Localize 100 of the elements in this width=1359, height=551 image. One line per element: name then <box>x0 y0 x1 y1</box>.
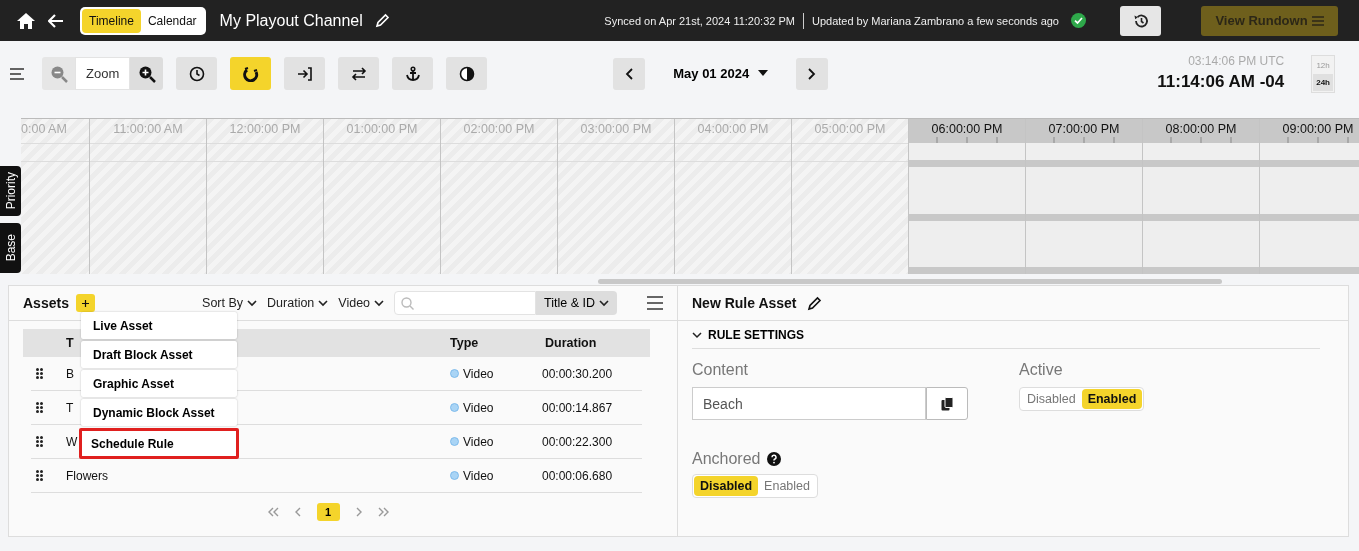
history-icon <box>1132 12 1149 29</box>
hour-label: 03:00:00 PM <box>580 122 652 136</box>
status-dot-icon <box>450 403 459 412</box>
magnet-icon <box>242 65 259 82</box>
section-toggle[interactable]: RULE SETTINGS <box>692 321 1320 349</box>
switch-option[interactable]: Enabled <box>1081 389 1143 409</box>
local-time: 11:14:06 AM -04 <box>1157 71 1285 92</box>
contrast-button[interactable] <box>446 57 488 90</box>
list-icon <box>1311 15 1324 26</box>
asset-type: Video <box>463 468 494 483</box>
asset-duration: 00:00:14.867 <box>542 400 614 415</box>
panel-title: New Rule Asset <box>692 295 797 311</box>
copy-button[interactable] <box>926 387 968 420</box>
swap-arrows-icon <box>350 65 367 82</box>
column-header[interactable]: T <box>66 336 74 350</box>
hour-label: 06:00:00 PM <box>931 122 1003 136</box>
update-status: Updated by Mariana Zambrano a few seconds ago <box>811 14 1059 27</box>
history-button[interactable] <box>1120 5 1161 36</box>
status-dot-icon <box>450 369 459 378</box>
zoom-in-button[interactable] <box>130 57 164 90</box>
content-field[interactable]: Beach <box>692 387 926 420</box>
track-tab[interactable]: Priority <box>0 166 21 216</box>
switch-option[interactable]: Enabled <box>758 476 816 496</box>
anchor-button[interactable] <box>392 57 434 90</box>
clock-button[interactable] <box>176 57 218 90</box>
view-tab[interactable]: Calendar <box>140 8 204 33</box>
asset-title: B <box>66 366 74 381</box>
menu-item[interactable]: Schedule Rule <box>79 428 239 459</box>
enter-button[interactable] <box>284 57 326 90</box>
menu-item[interactable]: Dynamic Block Asset <box>81 399 237 426</box>
filter-dropdown[interactable]: Duration <box>267 296 329 310</box>
anchor-icon <box>404 65 421 82</box>
home-icon[interactable] <box>16 11 36 30</box>
channel-title: My Playout Channel <box>219 11 363 30</box>
help-icon[interactable] <box>766 452 781 466</box>
next-page-button[interactable] <box>355 507 362 517</box>
search-scope-dropdown[interactable]: Title & ID <box>536 291 617 315</box>
drag-handle-icon[interactable] <box>36 402 43 413</box>
date-picker[interactable]: May 01 2024 <box>663 66 779 81</box>
search-field[interactable] <box>394 291 537 315</box>
asset-title: T <box>66 400 74 415</box>
chevron-down-icon <box>374 299 385 307</box>
zoom-out-button[interactable] <box>42 57 75 90</box>
drag-handle-icon[interactable] <box>36 368 43 379</box>
caret-icon <box>758 70 769 77</box>
hour-label: 11:00:00 AM <box>113 122 183 136</box>
search-icon <box>401 296 415 310</box>
first-page-button[interactable] <box>267 507 279 517</box>
column-header[interactable]: Duration <box>535 336 650 350</box>
field-label: Anchored <box>692 450 761 468</box>
view-tab[interactable]: Timeline <box>82 8 141 33</box>
column-header[interactable]: Type <box>450 336 535 350</box>
previous-page-button[interactable] <box>294 507 301 517</box>
hour-label: 09:00:00 PM <box>1282 122 1354 136</box>
plus-icon <box>81 299 89 307</box>
double-chevron-left-icon <box>267 507 279 517</box>
hour-label: 01:00:00 PM <box>346 122 418 136</box>
asset-type: Video <box>463 366 494 381</box>
zoom-in-icon <box>137 64 156 83</box>
page-button[interactable]: 1 <box>316 503 340 521</box>
drag-handle-icon[interactable] <box>36 436 43 447</box>
filter-dropdown[interactable]: Sort By <box>202 296 258 310</box>
previous-day-button[interactable] <box>613 57 646 90</box>
switch-option[interactable]: Disabled <box>694 476 759 496</box>
magnet-button[interactable] <box>230 57 272 90</box>
next-day-button[interactable] <box>796 57 829 90</box>
time-format-option[interactable]: 24h <box>1313 73 1333 91</box>
clock-icon <box>188 65 205 82</box>
chevron-right-icon <box>808 67 817 80</box>
drag-handle-icon[interactable] <box>36 470 43 481</box>
hour-label: 04:00:00 PM <box>697 122 769 136</box>
menu-item[interactable]: Graphic Asset <box>81 370 237 397</box>
add-button[interactable] <box>75 294 95 312</box>
field-label: Active <box>1019 361 1064 379</box>
filter-dropdown[interactable]: Video <box>338 296 385 310</box>
chevron-icon <box>692 329 702 340</box>
menu-item[interactable]: Draft Block Asset <box>81 341 237 368</box>
swap-button[interactable] <box>338 57 380 90</box>
switch-option[interactable]: Disabled <box>1021 389 1082 409</box>
last-page-button[interactable] <box>377 507 389 517</box>
back-arrow-icon[interactable] <box>48 13 64 28</box>
copy-icon <box>940 396 954 411</box>
enter-icon <box>296 65 313 82</box>
menu-icon[interactable] <box>10 67 24 80</box>
hour-label: 12:00:00 PM <box>229 122 301 136</box>
chevron-down-icon <box>247 299 258 307</box>
pencil-icon[interactable] <box>806 295 822 311</box>
contrast-icon <box>458 65 475 82</box>
double-chevron-right-icon <box>377 507 389 517</box>
menu-item[interactable]: Live Asset <box>81 312 237 339</box>
zoom-label: Zoom <box>75 57 131 90</box>
asset-duration: 00:00:30.200 <box>542 366 614 381</box>
menu-icon[interactable] <box>647 296 663 310</box>
track-tab[interactable]: Base <box>0 223 21 273</box>
hour-label: 02:00:00 PM <box>463 122 535 136</box>
chevron-down-icon <box>599 299 609 307</box>
hour-label: 08:00:00 PM <box>1165 122 1237 136</box>
asset-title: Flowers <box>66 468 108 483</box>
scrollbar[interactable] <box>598 279 1222 284</box>
hour-label: 05:00:00 PM <box>814 122 886 136</box>
